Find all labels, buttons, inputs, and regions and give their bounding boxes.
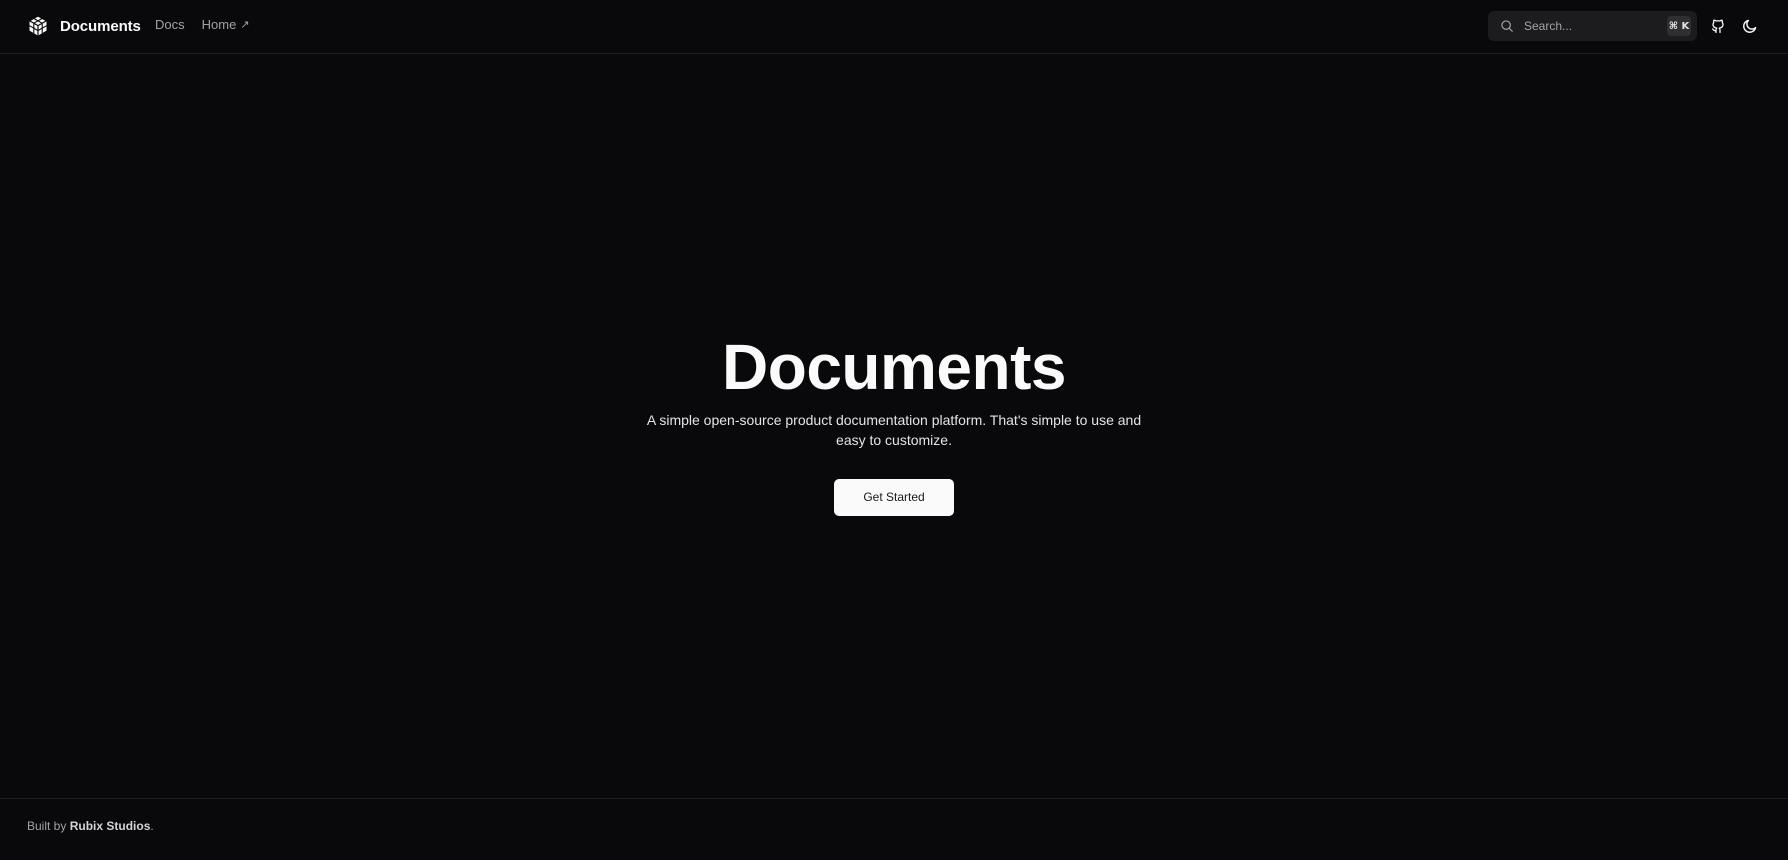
footer-suffix: . [150,819,154,833]
main-nav: Docs Home ↗ [155,17,250,32]
nav-link-home[interactable]: Home ↗ [202,17,250,32]
nav-link-docs[interactable]: Docs [155,17,185,32]
nav-link-docs-label: Docs [155,17,185,32]
brand-home-link[interactable]: Documents [26,14,141,38]
moon-icon [1743,19,1757,33]
hero-title: Documents [722,331,1067,403]
footer: Built by Rubix Studios. [0,798,1788,860]
cube-logo-icon [28,15,48,36]
search-input[interactable]: Search... ⌘ K [1488,11,1697,41]
github-icon [1711,19,1724,34]
get-started-button[interactable]: Get Started [834,479,954,516]
search-placeholder: Search... [1524,19,1573,33]
footer-credit-link[interactable]: Rubix Studios [70,819,151,833]
footer-prefix: Built by [27,819,67,833]
search-icon [1501,20,1513,32]
nav-link-home-label: Home [201,17,237,32]
hero-subtitle: A simple open-source product documentati… [646,412,1142,448]
search-shortcut-badge: ⌘ K [1667,16,1691,36]
brand-name: Documents [60,17,141,35]
hero-section: Documents A simple open-source product d… [0,330,1788,516]
top-navbar: Documents Docs Home ↗ Search... ⌘ K [0,0,1788,54]
arrow-up-right-icon: ↗ [240,19,250,31]
theme-toggle-button[interactable] [1740,16,1760,36]
github-link[interactable] [1708,16,1728,36]
footer-credit: Built by Rubix Studios. [27,819,154,833]
